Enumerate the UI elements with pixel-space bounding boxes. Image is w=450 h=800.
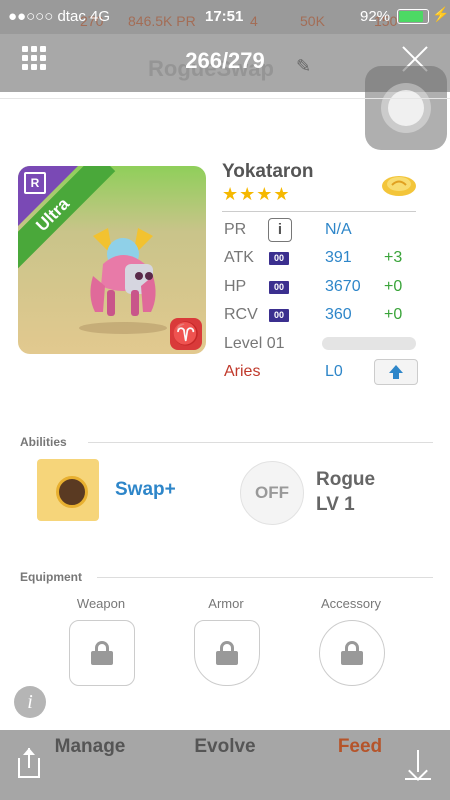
feed-button[interactable]: Feed [300, 736, 420, 758]
bg-gold-count: 50K [300, 13, 325, 29]
lock-icon [91, 641, 113, 665]
cloud-icon[interactable] [380, 170, 418, 198]
divider [88, 442, 433, 443]
bg-pr-count: 846.5K PR [128, 13, 196, 29]
clock: 17:51 [205, 8, 244, 25]
swap-ability-icon[interactable] [37, 459, 99, 521]
star-rating: ★★★★ [222, 184, 291, 204]
divider [0, 98, 450, 99]
level-progress-bar [322, 337, 416, 350]
armor-slot[interactable] [194, 620, 260, 686]
hp-plus-tag: 00 [269, 281, 289, 294]
hp-bonus: +0 [384, 278, 403, 295]
rcv-bonus: +0 [384, 306, 403, 323]
atk-label: ATK [224, 249, 254, 266]
lock-icon [216, 641, 238, 665]
zodiac-label: Aries [224, 363, 261, 380]
atk-plus-tag: 00 [269, 252, 289, 265]
divider [222, 211, 416, 212]
info-icon[interactable]: i [14, 686, 46, 718]
battery-icon [397, 9, 429, 24]
atk-value: 391 [325, 249, 352, 266]
share-icon[interactable] [18, 748, 44, 778]
zodiac-level: L0 [325, 363, 343, 380]
rcv-label: RCV [224, 306, 258, 323]
pr-value: N/A [325, 221, 352, 238]
download-icon[interactable] [405, 750, 431, 781]
rcv-value: 360 [325, 306, 352, 323]
accessory-label: Accessory [321, 596, 381, 611]
status-bar: 270 846.5K PR 4 50K 150 ●●○○○ dtac 4G 17… [0, 0, 450, 34]
armor-label: Armor [208, 596, 244, 611]
pr-label: PR [224, 221, 247, 238]
rarity-badge: R [24, 172, 46, 194]
lock-icon [341, 641, 363, 665]
evolve-button[interactable]: Evolve [165, 736, 285, 758]
rcv-plus-tag: 00 [269, 309, 289, 322]
battery-percent: 92% [360, 8, 391, 25]
charging-icon: ⚡ [432, 6, 450, 22]
atk-bonus: +3 [384, 249, 403, 266]
rogue-ability-name: Rogue [316, 469, 376, 490]
accessory-slot[interactable] [319, 620, 385, 686]
weapon-slot[interactable] [69, 620, 135, 686]
hp-label: HP [224, 278, 247, 295]
monster-name: Yokataron [222, 161, 314, 182]
rogue-ability-off-badge[interactable]: OFF [240, 461, 304, 525]
pr-info-button[interactable]: i [268, 218, 292, 242]
edit-icon[interactable]: ✎ [296, 56, 311, 77]
monster-card[interactable]: R Ultra ♈ [18, 166, 206, 354]
equipment-heading: Equipment [20, 570, 82, 584]
zodiac-aries-icon: ♈ [170, 318, 202, 350]
divider [97, 577, 433, 578]
carrier-label: ●●○○○ dtac 4G [8, 8, 110, 25]
manage-button[interactable]: Manage [30, 736, 150, 758]
assistive-touch-button[interactable] [365, 66, 447, 150]
rogue-ability-level: LV 1 [316, 494, 355, 515]
level-label: Level 01 [224, 335, 285, 352]
hp-value: 3670 [325, 278, 361, 295]
zodiac-upgrade-button[interactable] [374, 359, 418, 385]
abilities-heading: Abilities [20, 435, 67, 449]
monster-image [79, 228, 167, 334]
weapon-label: Weapon [76, 596, 126, 611]
swap-ability-name[interactable]: Swap+ [115, 479, 176, 501]
bg-energy-count: 4 [250, 13, 258, 29]
